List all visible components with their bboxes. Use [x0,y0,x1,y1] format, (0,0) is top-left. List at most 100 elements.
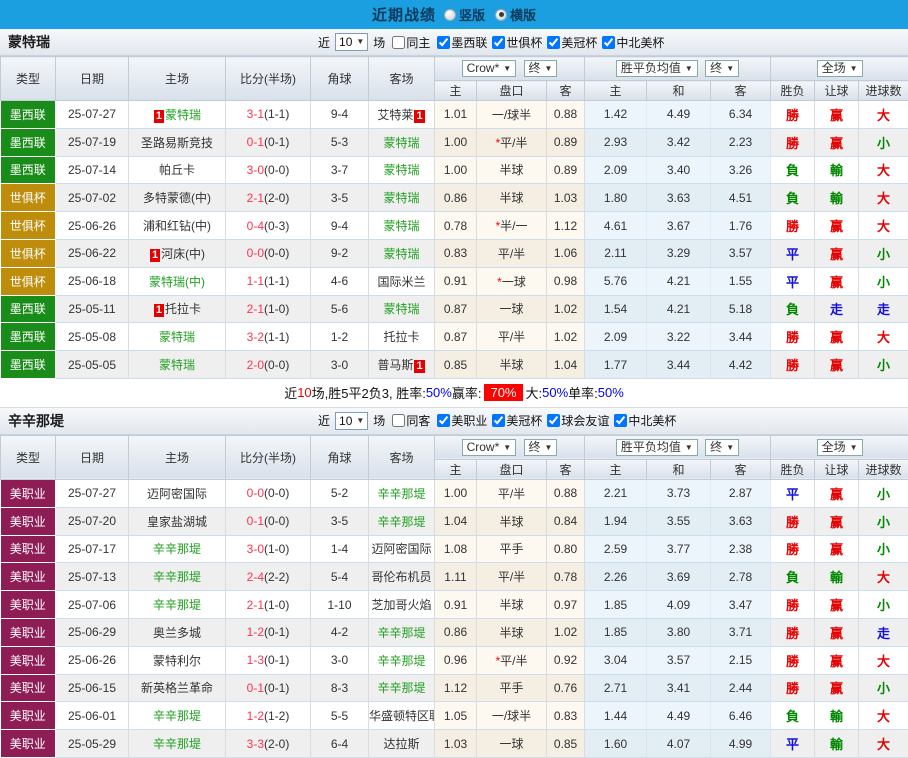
handicap-result-cell: 輸 [815,702,859,730]
match-result-cell: 勝 [771,535,815,563]
avg-away-cell: 2.87 [711,479,771,507]
team-section-monterrey: 蒙特瑞 近 10 ▼ 场 同主 墨西联世俱杯美冠杯中北美杯 类型 日期 [0,29,908,407]
away-odds-cell: 0.88 [547,479,585,507]
layout-radio-group: 竖版横版 [444,5,536,24]
goals-result-cell: 小 [859,128,908,156]
away-team-cell: 哥伦布机员 [369,563,435,591]
odds-company-select[interactable]: Crow*▼ [462,439,517,456]
home-odds-cell: 1.00 [435,156,477,184]
match-row: 美职业25-06-15新英格兰革命0-1(0-1)8-3辛辛那堤1.12平手0.… [1,674,908,702]
col-header-home: 主场 [129,57,226,101]
avg-odds-select[interactable]: 胜平负均值▼ [616,60,698,77]
sub-header-result: 胜负 [771,81,815,101]
handicap-cell: 一球 [477,295,547,323]
scope-select[interactable]: 全场▼ [817,439,863,456]
home-odds-cell: 1.12 [435,674,477,702]
league-filter-checkbox[interactable] [602,36,615,49]
away-team-cell: 托拉卡 [369,323,435,351]
radio-icon[interactable] [495,9,507,21]
stats-text: 赢率: [452,383,482,402]
league-filter-checkbox[interactable] [492,36,505,49]
fulltime-score: 2-1 [247,598,264,612]
avg-draw-cell: 3.73 [647,479,711,507]
league-cell: 墨西联 [1,351,56,379]
avg-home-cell: 1.77 [585,351,647,379]
league-filter-checkbox[interactable] [547,36,560,49]
match-count-select[interactable]: 10 ▼ [335,33,368,51]
league-filter-checkbox[interactable] [437,414,450,427]
chevron-down-icon: ▼ [545,61,553,76]
match-row: 美职业25-07-27迈阿密国际0-0(0-0)5-2辛辛那堤1.00平/半0.… [1,479,908,507]
odds-company-select[interactable]: Crow*▼ [462,60,517,77]
sub-header-result: 胜负 [771,459,815,479]
league-filter-checkbox[interactable] [437,36,450,49]
avg-odds-header: 胜平负均值▼ 终▼ [585,57,771,81]
score-cell: 3-1(1-1) [226,101,311,129]
avg-home-cell: 2.09 [585,156,647,184]
score-cell: 0-1(0-1) [226,128,311,156]
stats-text: 单率: [568,383,598,402]
avg-time-select[interactable]: 终▼ [705,60,739,77]
away-team-cell: 辛辛那堤 [369,507,435,535]
home-odds-cell: 1.00 [435,128,477,156]
home-team-cell: 新英格兰革命 [129,674,226,702]
home-team-name: 河床(中) [161,247,205,261]
odds-company-header: Crow*▼ 终▼ [435,435,585,459]
goals-result-cell: 走 [859,618,908,646]
score-cell: 1-2(1-2) [226,702,311,730]
away-odds-cell: 0.92 [547,646,585,674]
halftime-score: (0-0) [264,246,289,260]
away-odds-cell: 0.89 [547,128,585,156]
away-odds-cell: 0.78 [547,563,585,591]
league-filter-checkbox[interactable] [547,414,560,427]
away-team-cell: 辛辛那堤 [369,618,435,646]
corners-cell: 3-0 [311,646,369,674]
away-team-name: 蒙特瑞 [383,247,419,261]
avg-away-cell: 4.42 [711,351,771,379]
match-count-select[interactable]: 10 ▼ [335,412,368,430]
layout-radio-option[interactable]: 横版 [495,5,536,24]
layout-radio-option[interactable]: 竖版 [444,5,485,24]
fulltime-score: 2-4 [247,570,264,584]
goals-result-cell: 小 [859,591,908,619]
away-odds-cell: 1.06 [547,239,585,267]
league-filter-checkbox[interactable] [492,414,505,427]
avg-draw-cell: 3.69 [647,563,711,591]
chevron-down-icon: ▼ [503,61,511,76]
home-odds-cell: 0.78 [435,212,477,240]
home-team-name: 浦和红钻(中) [143,219,211,233]
red-card-badge: 1 [414,110,424,123]
avg-home-cell: 1.85 [585,618,647,646]
stats-text: 场,胜5平2负3, 胜率: [312,383,426,402]
radio-icon[interactable] [444,9,456,21]
star-marker: * [495,654,500,668]
league-filter: 球会友谊 [544,412,609,429]
away-odds-cell: 0.98 [547,267,585,295]
match-row: 墨西联25-07-19圣路易斯竞技0-1(0-1)5-3蒙特瑞1.00*平/半0… [1,128,908,156]
avg-home-cell: 2.21 [585,479,647,507]
avg-time-select[interactable]: 终▼ [705,439,739,456]
home-team-name: 皇家盐湖城 [147,515,207,529]
league-filter-checkbox[interactable] [614,414,627,427]
avg-away-cell: 3.57 [711,239,771,267]
away-team-name: 艾特莱 [377,108,413,122]
same-venue-checkbox[interactable] [392,36,405,49]
avg-away-cell: 4.51 [711,184,771,212]
goals-result-cell: 大 [859,730,908,758]
away-team-cell: 华盛顿特区联 [369,702,435,730]
odds-time-select[interactable]: 终▼ [524,439,558,456]
scope-select[interactable]: 全场▼ [817,60,863,77]
scope-header: 全场▼ [771,435,908,459]
chevron-down-icon: ▼ [356,34,364,50]
corners-cell: 3-7 [311,156,369,184]
league-filter: 美冠杯 [489,412,542,429]
fulltime-score: 3-3 [247,737,264,751]
odds-time-select[interactable]: 终▼ [524,60,558,77]
top-title-bar: 近期战绩 竖版横版 [0,0,908,29]
date-cell: 25-07-14 [56,156,129,184]
home-odds-cell: 1.04 [435,507,477,535]
same-venue-checkbox[interactable] [392,414,405,427]
avg-odds-select[interactable]: 胜平负均值▼ [616,439,698,456]
league-cell: 世俱杯 [1,212,56,240]
home-team-name: 迈阿密国际 [147,487,207,501]
